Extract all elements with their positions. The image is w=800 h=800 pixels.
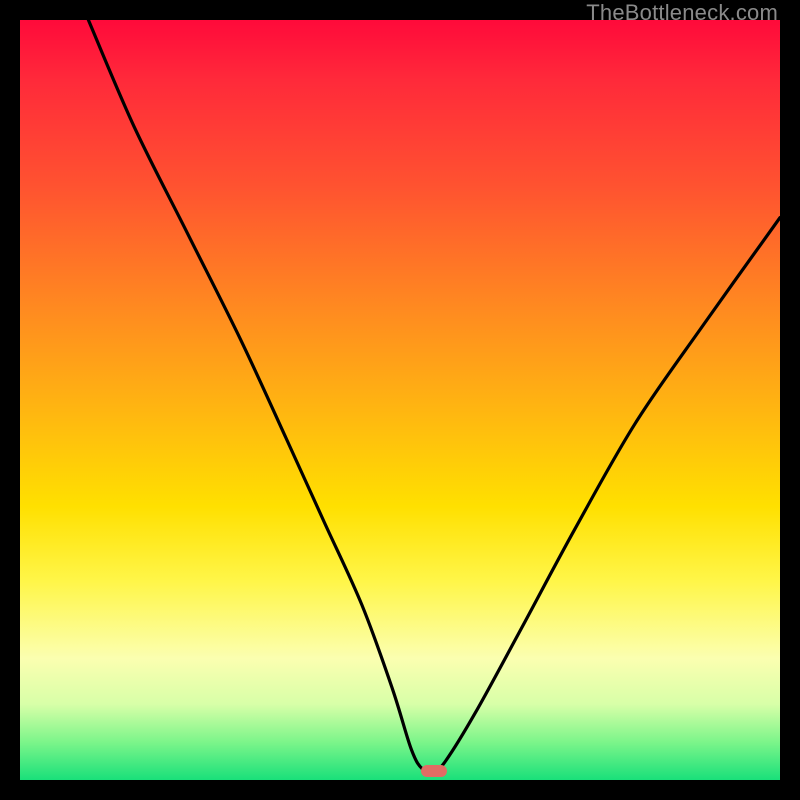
gradient-plot-area bbox=[20, 20, 780, 780]
watermark-text: TheBottleneck.com bbox=[586, 0, 778, 26]
chart-frame: TheBottleneck.com bbox=[0, 0, 800, 800]
